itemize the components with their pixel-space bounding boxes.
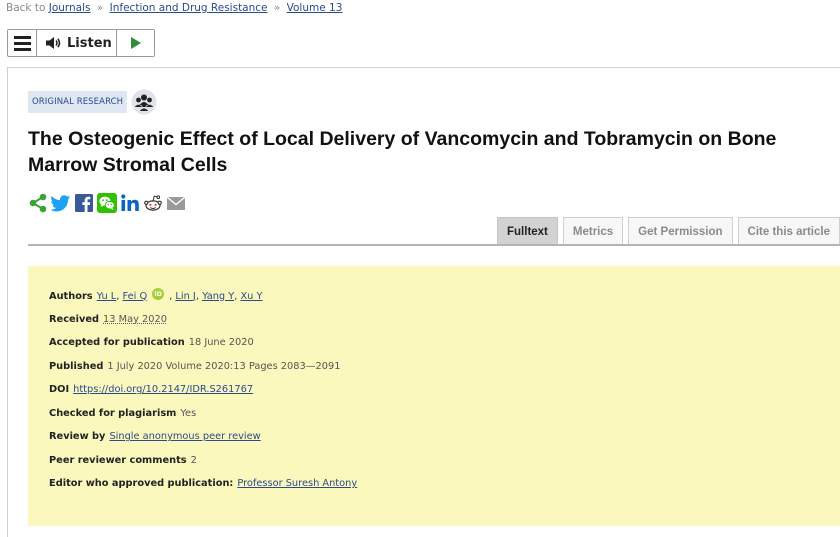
- plagiarism-value: Yes: [180, 408, 197, 419]
- group-users-icon: [131, 89, 157, 115]
- editor-row: Editor who approved publication: Profess…: [49, 478, 357, 489]
- breadcrumb-prefix: Back to: [6, 2, 46, 14]
- listen-toolbar: Listen: [7, 29, 155, 57]
- article-type-row: ORIGINAL RESEARCH: [28, 89, 157, 115]
- review-label: Review by: [49, 431, 106, 442]
- doi-row: DOI https://doi.org/10.2147/IDR.S261767: [49, 384, 253, 395]
- linkedin-share-button[interactable]: [120, 193, 140, 213]
- editor-label: Editor who approved publication:: [49, 478, 234, 489]
- plagiarism-label: Checked for plagiarism: [49, 408, 177, 419]
- facebook-icon: [75, 194, 93, 212]
- breadcrumb-link-volume[interactable]: Volume 13: [287, 2, 343, 14]
- author-link[interactable]: Fei Q: [123, 291, 148, 302]
- accepted-label: Accepted for publication: [49, 337, 185, 348]
- article-tabs: Fulltext Metrics Get Permission Cite thi…: [497, 217, 840, 245]
- article-panel: ORIGINAL RESEARCH The Osteogenic Effect …: [7, 67, 840, 537]
- editor-link[interactable]: Professor Suresh Antony: [237, 478, 357, 489]
- accepted-date: 18 June 2020: [188, 337, 254, 348]
- menu-icon-bar: [13, 35, 31, 39]
- article-info-box: Authors Yu L, Fei Q iD, Lin J, Yang Y, X…: [28, 266, 840, 526]
- author-link[interactable]: Xu Y: [240, 291, 262, 302]
- author-link[interactable]: Yang Y: [202, 291, 234, 302]
- comments-count: 2: [190, 455, 197, 466]
- breadcrumb-link-journal[interactable]: Infection and Drug Resistance: [110, 2, 268, 14]
- doi-label: DOI: [49, 384, 70, 395]
- tab-fulltext[interactable]: Fulltext: [497, 217, 558, 245]
- email-icon: [166, 196, 186, 210]
- authors-label: Authors: [49, 290, 93, 302]
- twitter-icon: [51, 195, 70, 212]
- review-type-link[interactable]: Single anonymous peer review: [109, 431, 260, 442]
- listen-label: Listen: [67, 35, 112, 51]
- author-link[interactable]: Yu L: [97, 291, 117, 302]
- breadcrumb: Back to Journals » Infection and Drug Re…: [6, 2, 342, 14]
- doi-link[interactable]: https://doi.org/10.2147/IDR.S261767: [73, 384, 253, 395]
- share-button[interactable]: [28, 193, 48, 213]
- play-icon: [130, 37, 141, 49]
- tab-get-permission[interactable]: Get Permission: [628, 217, 733, 245]
- reddit-share-button[interactable]: [143, 193, 163, 213]
- tabs-divider: [28, 244, 840, 246]
- orcid-icon[interactable]: iD: [152, 288, 165, 300]
- comments-label: Peer reviewer comments: [49, 455, 187, 466]
- published-row: Published 1 July 2020 Volume 2020:13 Pag…: [49, 361, 340, 372]
- linkedin-icon: [121, 194, 139, 211]
- wechat-share-button[interactable]: [97, 193, 117, 213]
- published-details: 1 July 2020 Volume 2020:13 Pages 2083—20…: [107, 361, 341, 372]
- menu-button[interactable]: [8, 30, 37, 56]
- article-title: The Osteogenic Effect of Local Delivery …: [28, 128, 777, 176]
- accepted-row: Accepted for publication 18 June 2020: [49, 337, 254, 348]
- authors-row: Authors Yu L, Fei Q iD, Lin J, Yang Y, X…: [49, 288, 263, 302]
- plagiarism-row: Checked for plagiarism Yes: [49, 408, 196, 419]
- received-label: Received: [49, 314, 100, 325]
- received-row: Received 13 May 2020: [49, 314, 167, 325]
- received-date: 13 May 2020: [103, 314, 167, 325]
- tab-metrics[interactable]: Metrics: [562, 217, 624, 245]
- review-row: Review by Single anonymous peer review: [49, 431, 261, 442]
- menu-icon-bar: [13, 41, 31, 45]
- tab-cite-this-article[interactable]: Cite this article: [737, 217, 840, 245]
- email-share-button[interactable]: [166, 193, 186, 213]
- speaker-icon: [46, 37, 61, 49]
- twitter-share-button[interactable]: [51, 193, 71, 213]
- article-type-tag: ORIGINAL RESEARCH: [28, 91, 128, 113]
- listen-button[interactable]: Listen: [37, 30, 117, 56]
- breadcrumb-separator: »: [273, 2, 281, 14]
- wechat-icon: [97, 193, 117, 213]
- published-label: Published: [49, 361, 104, 372]
- play-button[interactable]: [117, 30, 154, 56]
- reddit-icon: [144, 195, 162, 211]
- facebook-share-button[interactable]: [74, 193, 94, 213]
- breadcrumb-link-journals[interactable]: Journals: [49, 2, 91, 14]
- author-link[interactable]: Lin J: [175, 291, 195, 302]
- menu-icon-bar: [13, 47, 31, 51]
- breadcrumb-separator: »: [96, 2, 104, 14]
- share-icon: [29, 193, 47, 213]
- comments-row: Peer reviewer comments 2: [49, 455, 197, 466]
- social-share-bar: [28, 193, 186, 213]
